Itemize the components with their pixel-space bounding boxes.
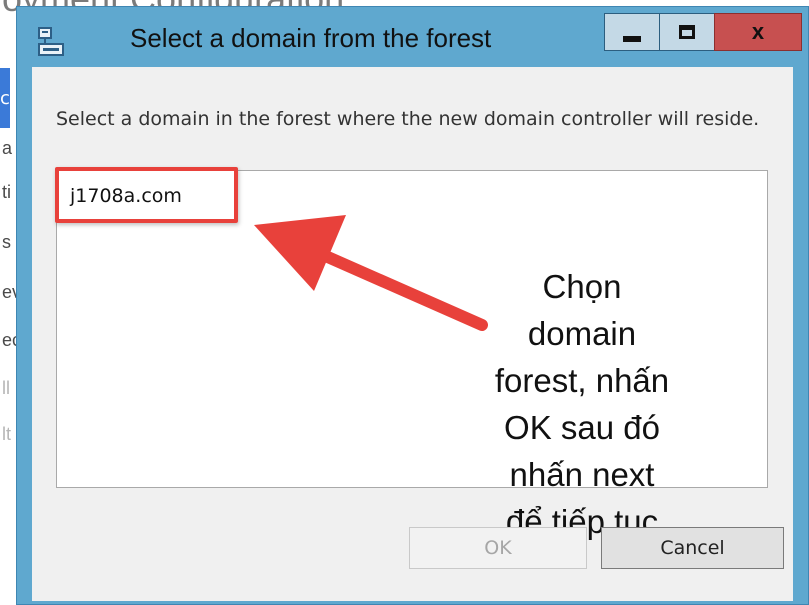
background-nav-fragment: s [2, 232, 11, 252]
background-nav-fragment: ll [2, 378, 10, 398]
dialog-titlebar[interactable]: Select a domain from the forest x [17, 7, 808, 67]
instruction-text: Select a domain in the forest where the … [56, 108, 760, 130]
maximize-icon [679, 25, 695, 39]
annotation-line: Chọn [542, 268, 622, 305]
annotation-line: OK sau đó [504, 409, 660, 446]
maximize-button[interactable] [659, 13, 715, 51]
background-nav-fragment: a [2, 138, 13, 158]
ok-button[interactable]: OK [409, 527, 587, 569]
close-button[interactable]: x [714, 13, 802, 51]
cancel-button[interactable]: Cancel [601, 527, 784, 569]
annotation-highlight-box [55, 167, 238, 223]
background-nav-fragment: ti [2, 182, 11, 202]
annotation-text: Chọn domain forest, nhấn OK sau đó nhấn … [412, 263, 752, 545]
background-nav-fragment: lt [2, 424, 11, 444]
close-icon: x [751, 19, 765, 44]
annotation-line: domain [527, 315, 637, 352]
dialog-client-area: Select a domain in the forest where the … [32, 67, 793, 601]
dialog-title: Select a domain from the forest [130, 23, 492, 53]
annotation-line: forest, nhấn [494, 362, 670, 399]
domain-icon [38, 27, 64, 56]
background-nav-fragment: c [0, 88, 10, 109]
annotation-line: nhấn next [509, 456, 655, 493]
select-domain-dialog: Select a domain from the forest x Select… [16, 6, 809, 605]
minimize-button[interactable] [604, 13, 660, 51]
background-selected-nav-item: c [0, 68, 10, 128]
minimize-icon [623, 36, 641, 42]
